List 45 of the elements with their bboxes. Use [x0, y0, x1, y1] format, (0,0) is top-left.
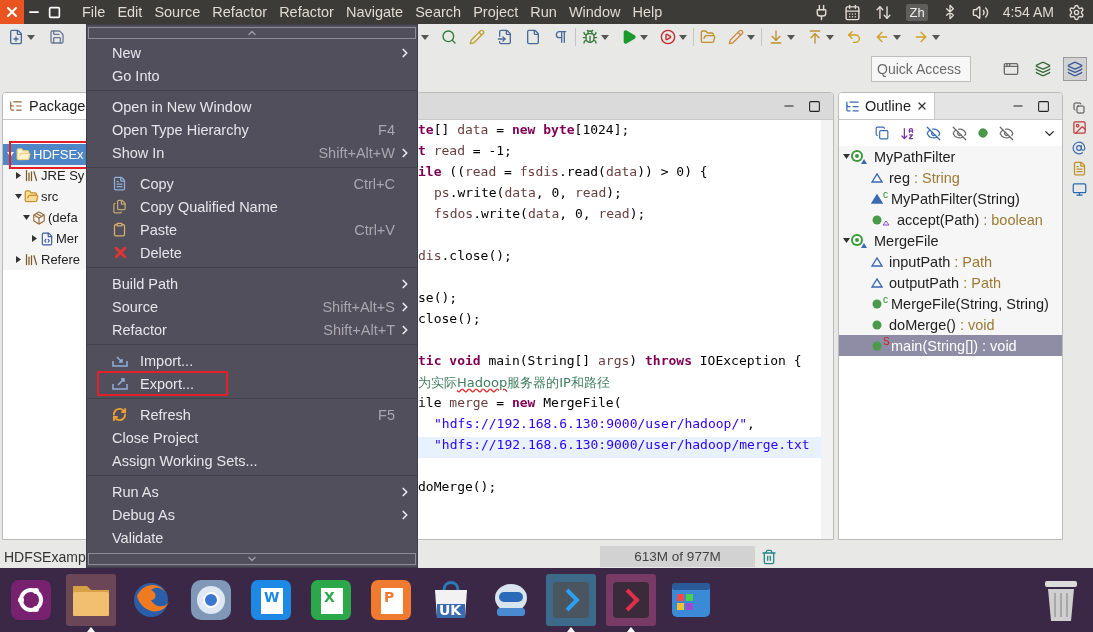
member-type: : void	[982, 337, 1017, 354]
member-name: MyPathFilter	[874, 148, 956, 165]
shortcut-text: Shift+Alt+S	[322, 298, 395, 315]
code-line: "hdfs://192.168.6.130:9000/user/hadoop/",	[433, 416, 756, 433]
member-name: inputPath	[889, 253, 951, 270]
member-name: outputPath	[889, 274, 960, 291]
member-name: MergeFile	[874, 232, 939, 249]
icon-letter: P	[384, 589, 395, 605]
shortcut-text: Shift+Alt+W	[318, 144, 395, 161]
member-name: reg	[889, 169, 910, 186]
icon-letter: UK	[439, 602, 462, 618]
member-name: MyPathFilter(String)	[891, 190, 1020, 207]
member-type: : String	[913, 169, 960, 186]
member-type: : Path	[963, 274, 1002, 291]
code-line: fsdos.write(data, 0, read);	[433, 206, 647, 223]
member-name: accept(Path)	[897, 211, 980, 228]
member-name: main(String[])	[891, 337, 979, 354]
code-line: dis.close();	[418, 248, 513, 265]
modifier-mark: c	[883, 189, 889, 200]
code-line: t read = -1;	[418, 143, 513, 160]
code-line: doMerge();	[418, 479, 498, 496]
modifier-mark: S	[883, 336, 891, 347]
shortcut-text: Shift+Alt+T	[323, 321, 395, 338]
code-line: ps.write(data, 0, read);	[433, 185, 623, 202]
modifier-mark: c	[883, 294, 889, 305]
member-name: doMerge()	[889, 316, 956, 333]
code-line: se();	[418, 290, 459, 307]
memory-indicator: 613M of 977M	[600, 546, 755, 567]
code-line: te[] data = new byte[1024];	[418, 122, 631, 139]
shortcut-text: F4	[378, 121, 395, 138]
shortcut-text: Ctrl+C	[353, 175, 395, 192]
shortcut-text: Ctrl+V	[354, 221, 395, 238]
icon-letter: X	[324, 589, 335, 605]
member-type: : Path	[954, 253, 993, 270]
code-line: 为实际Hadoop服务器的IP和路径	[418, 374, 611, 392]
member-type: : void	[959, 316, 995, 333]
shortcut-text: F5	[378, 406, 395, 423]
code-line: ile ((read = fsdis.read(data)) > 0) {	[418, 164, 709, 181]
code-line: close();	[418, 311, 482, 328]
code-line: tic void main(String[] args) throws IOException {	[418, 353, 803, 370]
panel-title: Package	[29, 98, 86, 114]
code-line: ile merge = new MergeFile(	[418, 395, 623, 412]
member-type: : boolean	[983, 211, 1043, 228]
member-name: MergeFile(String, String)	[891, 295, 1049, 312]
icon-letter: W	[264, 589, 280, 605]
